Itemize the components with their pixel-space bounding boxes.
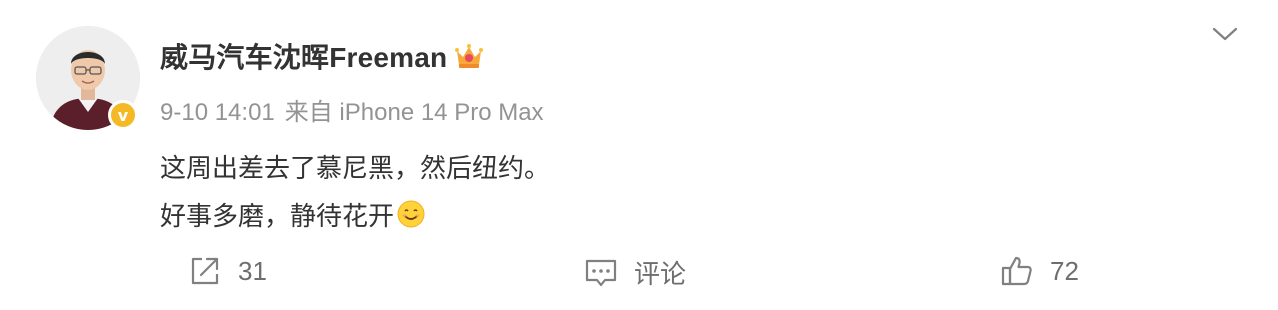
comment-label: 评论 <box>634 259 687 289</box>
verified-badge-icon: v <box>108 100 138 130</box>
avatar[interactable]: v <box>36 26 140 130</box>
post-actions: 31 评论 72 <box>0 254 1278 294</box>
like-button[interactable]: 72 <box>1000 254 1079 288</box>
post-header: 威马汽车沈晖Freeman <box>160 36 485 76</box>
post-text: 好事多磨，静待花开 <box>160 201 395 231</box>
username[interactable]: 威马汽车沈晖Freeman <box>160 36 447 76</box>
post-content: 这周出差去了慕尼黑，然后纽约。 好事多磨，静待花开 <box>160 144 550 240</box>
like-count: 72 <box>1050 255 1079 286</box>
repost-count: 31 <box>238 255 267 286</box>
repost-button[interactable]: 31 <box>188 254 267 288</box>
crown-icon[interactable] <box>453 40 485 72</box>
weibo-post-card: v 威马汽车沈晖Freeman 9-10 14:01 来自 iPhone 14 P… <box>0 0 1278 310</box>
share-icon <box>191 257 219 285</box>
comment-icon <box>585 259 617 286</box>
thumbs-up-icon <box>1001 256 1032 286</box>
post-time[interactable]: 9-10 14:01 <box>160 99 275 126</box>
post-meta: 9-10 14:01 来自 iPhone 14 Pro Max <box>160 92 544 127</box>
chevron-down-icon[interactable] <box>1210 24 1240 44</box>
post-text-line-2: 好事多磨，静待花开 <box>160 192 550 240</box>
post-source: 来自 iPhone 14 Pro Max <box>284 99 544 126</box>
smile-emoji-icon <box>397 200 425 228</box>
comment-button[interactable]: 评论 <box>584 254 686 291</box>
post-text-line: 这周出差去了慕尼黑，然后纽约。 <box>160 153 551 183</box>
